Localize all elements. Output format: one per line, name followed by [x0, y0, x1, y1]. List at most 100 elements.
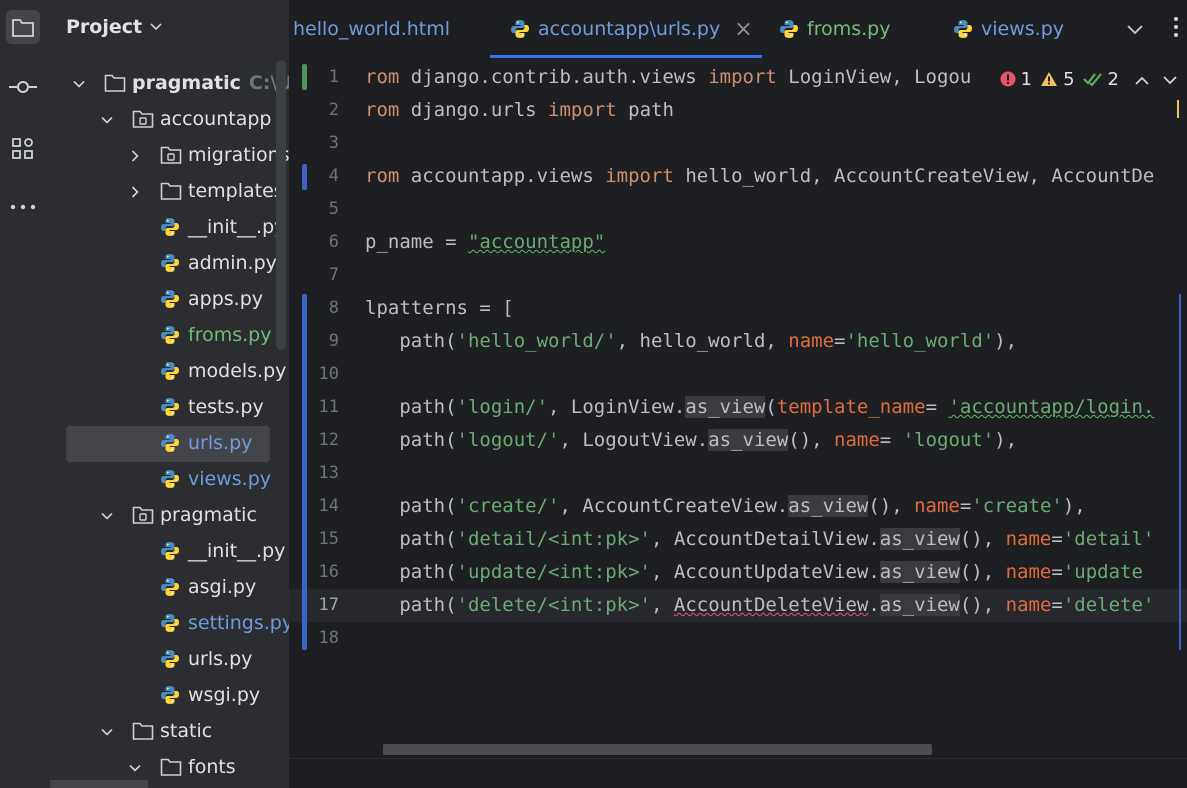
project-panel-header[interactable]: Project [66, 16, 162, 38]
editor-tab[interactable]: froms.py [779, 0, 890, 58]
tree-item-icon [132, 721, 154, 743]
code-token: LoginView, Logou [788, 66, 972, 88]
tree-item[interactable]: admin.py [48, 246, 289, 282]
editor-tab[interactable]: accountapp\urls.py × [510, 0, 753, 58]
code-line[interactable]: lpatterns = [ [365, 292, 514, 325]
next-highlight-button[interactable] [1163, 69, 1177, 90]
editor-tab[interactable]: hello_world.html [293, 0, 450, 58]
project-horizontal-scrollbar[interactable] [50, 780, 148, 788]
tree-toggle[interactable] [72, 77, 86, 91]
vertical-dots-icon [1174, 17, 1178, 37]
folder-icon [132, 722, 154, 740]
code-token: 'create/' [456, 495, 560, 517]
tab-label: accountapp\urls.py [538, 18, 721, 40]
tree-item[interactable]: views.py [48, 462, 289, 498]
tree-item-label: apps.py [188, 288, 263, 310]
code-token: name [914, 495, 960, 517]
project-vertical-scrollbar[interactable] [276, 60, 286, 350]
tree-toggle[interactable] [128, 185, 142, 199]
code-line[interactable]: path('logout/', LogoutView.as_view(), na… [365, 424, 1017, 457]
code-token: rom [365, 99, 411, 121]
tree-item[interactable]: pragmaticC:\Us [48, 66, 289, 102]
tree-toggle[interactable] [100, 509, 114, 523]
code-token: 'logout' [902, 429, 995, 451]
tree-item[interactable]: pragmatic [48, 498, 289, 534]
gutter-added-marker[interactable] [302, 64, 307, 90]
code-token: (), [868, 495, 915, 517]
close-tab-button[interactable]: × [734, 17, 752, 42]
code-token: (), [959, 594, 1006, 616]
tree-item-name: urls.py [188, 648, 253, 670]
tree-toggle[interactable] [128, 761, 142, 775]
tree-item[interactable]: urls.py [48, 642, 289, 678]
code-line[interactable]: path('create/', AccountCreateView.as_vie… [365, 490, 1086, 523]
tree-item-label: froms.py [188, 324, 271, 346]
tree-item-label: settings.py [188, 612, 289, 634]
tree-item[interactable]: tests.py [48, 390, 289, 426]
warnings-count[interactable]: 5 [1040, 69, 1075, 90]
errors-count[interactable]: 1 [1000, 69, 1032, 90]
tree-toggle[interactable] [100, 725, 114, 739]
code-line[interactable]: p_name = "accountapp" [365, 226, 605, 259]
tree-item-icon [160, 289, 182, 311]
line-number-gutter[interactable]: 1 2 3 4 5 6 7 8 9 10 11 12 13 14 15 16 17 18 [289, 58, 361, 788]
gutter-modified-marker[interactable] [302, 164, 307, 190]
previous-highlight-button[interactable] [1135, 69, 1149, 90]
code-line[interactable]: rom django.contrib.auth.views import Log… [365, 61, 971, 94]
tree-item[interactable]: models.py [48, 354, 289, 390]
scrollbar-warning-stripe[interactable] [1177, 100, 1179, 118]
commit-tool-button[interactable] [6, 70, 40, 104]
code-line[interactable]: rom accountapp.views import hello_world,… [365, 160, 1154, 193]
tree-item[interactable]: asgi.py [48, 570, 289, 606]
tree-item[interactable]: __init__.py [48, 534, 289, 570]
python-file-icon [161, 290, 179, 308]
editor-horizontal-scrollbar[interactable] [383, 744, 932, 755]
weak-warnings-count[interactable]: 2 [1082, 69, 1119, 90]
tree-item[interactable]: __init__.py [48, 210, 289, 246]
structure-tool-button[interactable] [6, 132, 40, 166]
code-line[interactable]: rom django.urls import path [365, 94, 674, 127]
more-tools-button[interactable] [6, 190, 40, 224]
code-line[interactable]: path('hello_world/', hello_world, name='… [365, 325, 1017, 358]
tree-item[interactable]: settings.py [48, 606, 289, 642]
python-file-icon [161, 686, 179, 704]
code-line[interactable]: path('detail/<int:pk>', AccountDetailVie… [365, 523, 1154, 556]
code-token: 'hello_world/' [456, 330, 617, 352]
code-token: 'login/' [456, 396, 549, 418]
chevron-down-icon [1163, 75, 1177, 84]
tree-item-name: settings.py [188, 612, 289, 634]
code-token: accountapp.views [410, 165, 606, 187]
tree-toggle[interactable] [128, 149, 142, 163]
tree-item[interactable]: apps.py [48, 282, 289, 318]
tree-toggle[interactable] [100, 113, 114, 127]
tree-item[interactable]: static [48, 714, 289, 750]
code-token: name [1005, 561, 1052, 583]
tab-options-button[interactable] [1173, 16, 1179, 42]
tree-item[interactable]: urls.py [48, 426, 289, 462]
scrollbar-change-stripe[interactable] [1179, 294, 1181, 650]
inspection-widget[interactable]: 1 5 2 [985, 64, 1187, 94]
tree-item[interactable]: accountapp [48, 102, 289, 138]
code-token: 'delete/<int:pk>' [456, 594, 651, 616]
line-number: 8 [328, 298, 339, 318]
gutter-modified-marker[interactable] [302, 294, 307, 650]
code-token: (), [959, 561, 1006, 583]
project-panel-title: Project [66, 16, 143, 38]
code-token: path( [365, 561, 457, 583]
code-token: rom [365, 165, 411, 187]
code-token: 'create' [971, 495, 1063, 517]
code-line[interactable]: path('login/', LoginView.as_view(templat… [365, 391, 1154, 424]
tree-item[interactable]: migrations [48, 138, 289, 174]
code-editor[interactable]: rom django.contrib.auth.views import Log… [289, 58, 1187, 788]
code-line[interactable]: path('delete/<int:pk>', AccountDeleteVie… [365, 589, 1154, 622]
tree-item[interactable]: wsgi.py [48, 678, 289, 714]
folder-icon [104, 74, 126, 92]
python-file-icon [161, 218, 179, 236]
editor-tab[interactable]: views.py [953, 0, 1064, 58]
editor-tab-bar: hello_world.html accountapp\urls.py × froms… [289, 0, 1187, 59]
project-tool-button[interactable] [6, 10, 40, 44]
tree-item[interactable]: templates [48, 174, 289, 210]
tab-list-button[interactable] [1127, 20, 1143, 39]
tree-item[interactable]: froms.py [48, 318, 289, 354]
code-line[interactable]: path('update/<int:pk>', AccountUpdateVie… [365, 556, 1143, 589]
